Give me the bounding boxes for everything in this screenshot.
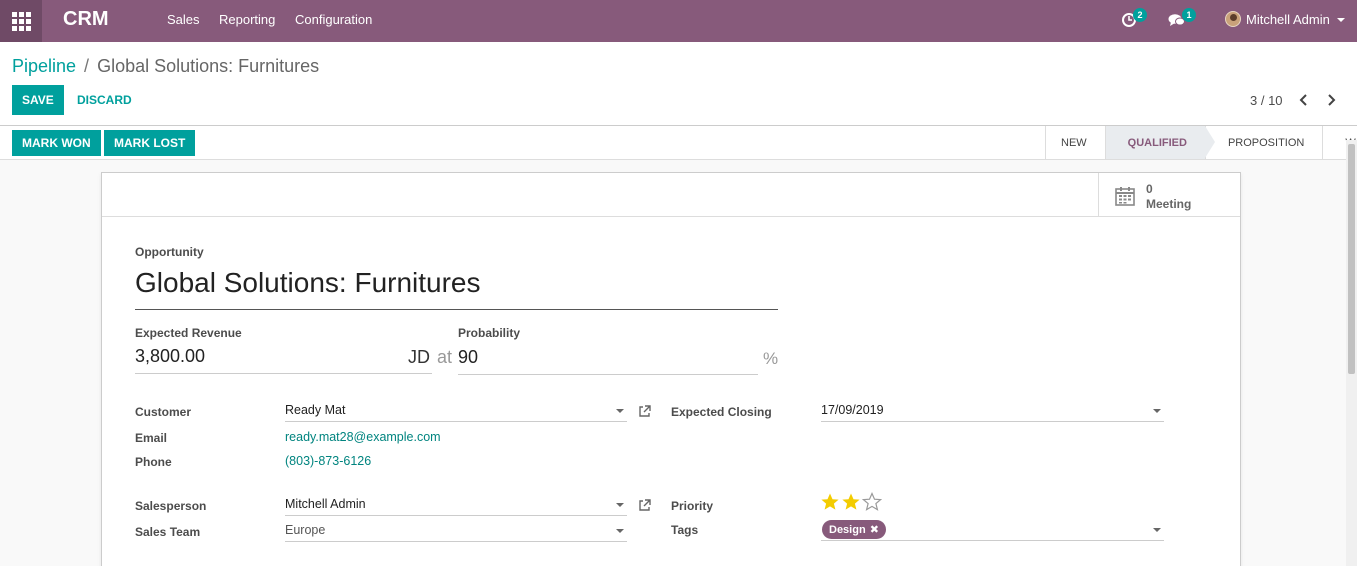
salesperson-value: Mitchell Admin [285,497,366,511]
tag-badge: Design ✖ [822,520,886,539]
stage-proposition[interactable]: PROPOSITION [1204,126,1322,159]
opportunity-label: Opportunity [135,245,204,259]
customer-label: Customer [135,405,192,419]
chevron-down-icon [1153,528,1161,532]
stage-qualified[interactable]: QUALIFIED [1104,126,1216,159]
expected-revenue-label: Expected Revenue [135,326,242,340]
star-filled-icon[interactable] [841,492,861,512]
form-statusbar: MARK WON MARK LOST NEW QUALIFIED PROPOSI… [0,126,1357,160]
mark-lost-button[interactable]: MARK LOST [104,130,196,156]
tags-label: Tags [671,523,699,537]
external-link-icon[interactable] [638,499,651,512]
sales-team-value: Europe [285,523,326,537]
opportunity-name-input[interactable]: Global Solutions: Furnitures [135,266,778,310]
sales-team-select[interactable]: Europe [285,520,627,542]
stage-pipeline: NEW QUALIFIED PROPOSITION WON [1045,126,1357,159]
save-button[interactable]: SAVE [12,85,64,115]
star-filled-icon[interactable] [820,492,840,512]
external-link-icon[interactable] [638,405,651,418]
customer-value: Ready Mat [285,403,346,417]
user-menu[interactable]: Mitchell Admin [1225,11,1345,27]
close-icon[interactable]: ✖ [870,523,879,536]
page-scrollbar[interactable] [1346,140,1357,566]
activity-count-badge: 2 [1133,8,1147,22]
expected-closing-value: 17/09/2019 [821,403,884,417]
chevron-left-icon[interactable] [1299,94,1309,106]
app-brand[interactable]: CRM [63,8,109,31]
calendar-icon [1115,187,1135,206]
probability-label: Probability [458,326,521,340]
pager-value[interactable]: 3 / 10 [1250,93,1283,108]
meeting-label: Meeting [1146,197,1192,211]
apps-menu-button[interactable] [0,0,42,42]
priority-stars [820,492,883,512]
form-sheet: 0 Meeting Opportunity Global Solutions: … [101,172,1241,566]
meeting-count: 0 [1146,182,1153,196]
menu-sales[interactable]: Sales [167,12,200,27]
salesperson-label: Salesperson [135,499,207,513]
breadcrumb-separator: / [84,56,90,76]
control-panel: Pipeline / Global Solutions: Furnitures … [0,42,1357,126]
mark-won-button[interactable]: MARK WON [12,130,101,156]
menu-configuration[interactable]: Configuration [295,12,372,27]
user-name: Mitchell Admin [1246,11,1330,27]
phone-link[interactable]: (803)-873-6126 [285,454,371,468]
tag-label: Design [829,523,866,536]
customer-select[interactable]: Ready Mat [285,400,627,422]
top-navbar: CRM Sales Reporting Configuration 2 1 Mi… [0,0,1357,42]
menu-reporting[interactable]: Reporting [219,12,275,27]
discard-button[interactable]: DISCARD [77,93,132,107]
currency-symbol: JD [408,347,430,367]
at-label: at [437,347,453,367]
stage-new[interactable]: NEW [1045,126,1105,159]
breadcrumb-current: Global Solutions: Furnitures [97,56,320,76]
chevron-down-icon [616,529,624,533]
expected-closing-datepicker[interactable]: 17/09/2019 [821,400,1164,422]
priority-label: Priority [671,499,714,513]
email-link[interactable]: ready.mat28@example.com [285,430,441,444]
message-count-badge: 1 [1182,8,1196,22]
smart-button-box: 0 Meeting [102,173,1240,217]
breadcrumb: Pipeline / Global Solutions: Furnitures [12,56,319,77]
phone-label: Phone [135,455,172,469]
star-empty-icon[interactable] [862,492,882,512]
chevron-down-icon [1153,409,1161,413]
chevron-down-icon [616,503,624,507]
scrollbar-thumb[interactable] [1348,144,1355,374]
user-avatar [1225,11,1241,27]
email-label: Email [135,431,168,445]
expected-closing-label: Expected Closing [671,405,772,419]
meeting-smart-button[interactable]: 0 Meeting [1098,173,1240,217]
chevron-down-icon [616,409,624,413]
breadcrumb-pipeline-link[interactable]: Pipeline [12,56,76,77]
apps-grid-icon [11,11,31,31]
chevron-down-icon [1336,17,1345,22]
expected-revenue-input[interactable]: 3,800.00 [135,344,432,374]
probability-input[interactable]: 90 [458,345,758,375]
chevron-right-icon[interactable] [1326,94,1336,106]
sales-team-label: Sales Team [135,525,201,539]
salesperson-select[interactable]: Mitchell Admin [285,494,627,516]
percent-sign: % [763,349,779,368]
